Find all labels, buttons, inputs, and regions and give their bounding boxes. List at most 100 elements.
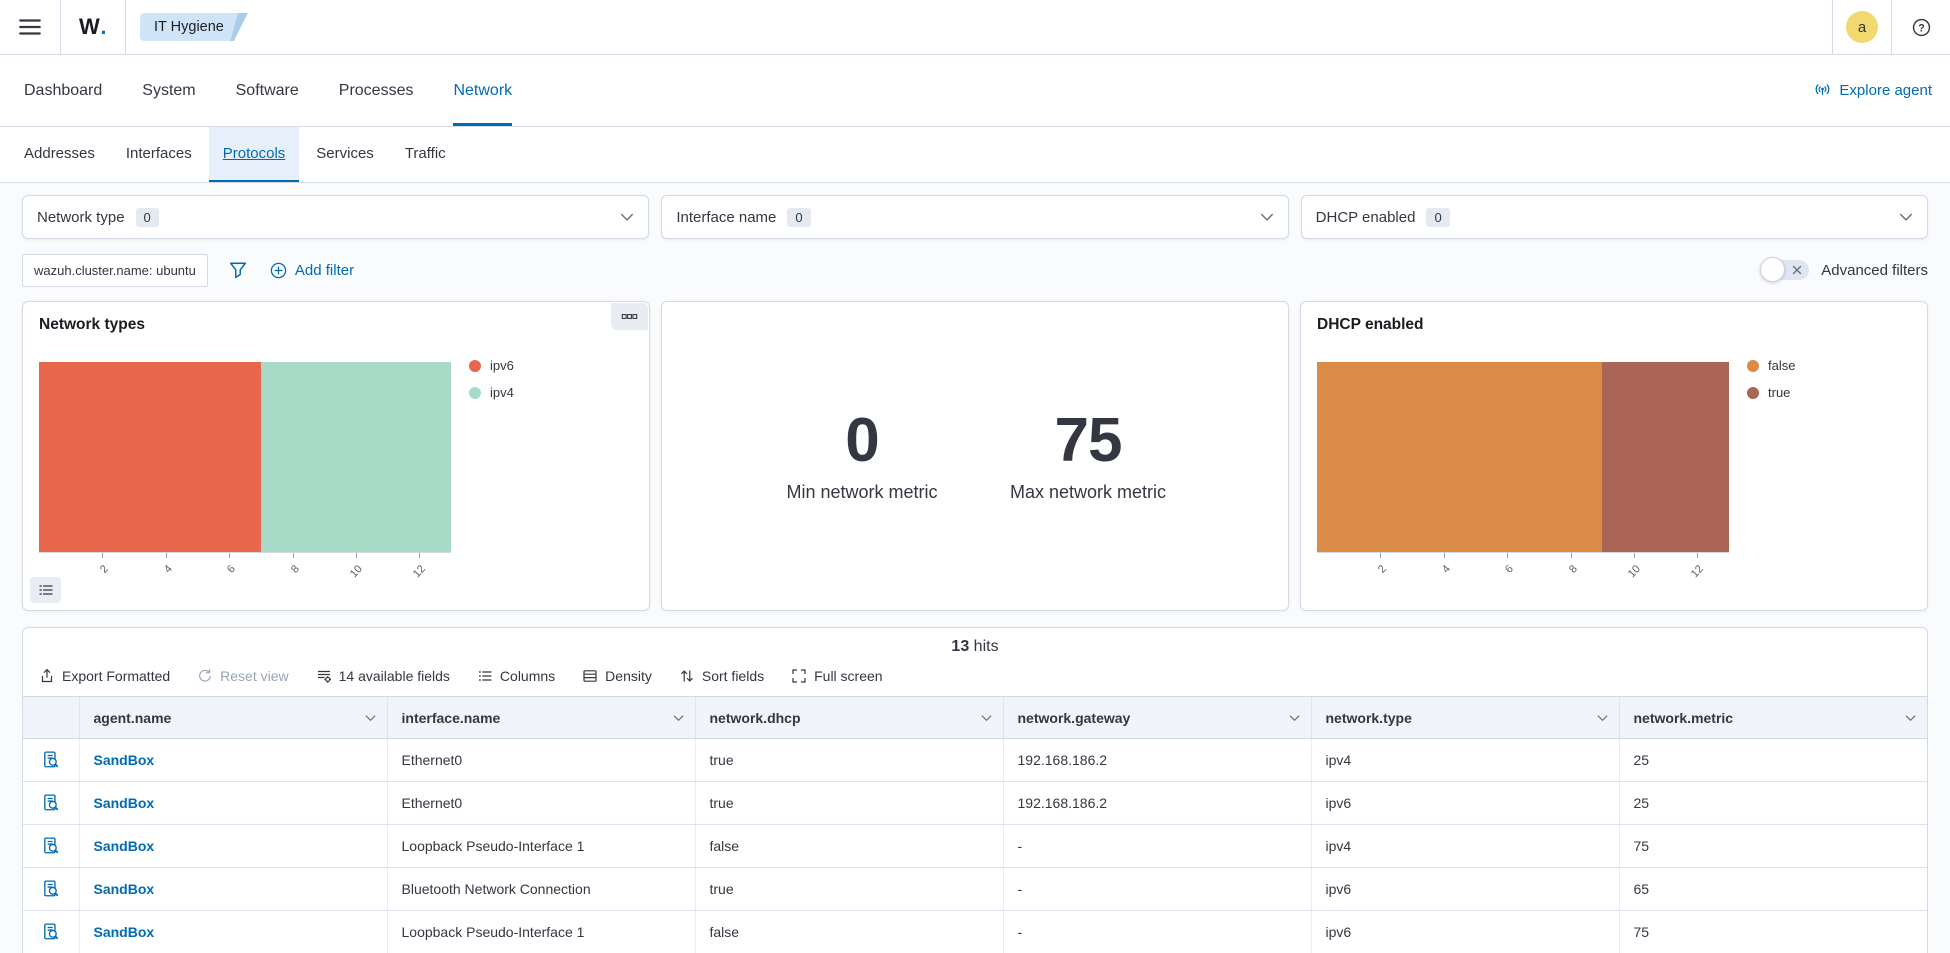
cell-interface-name: Loopback Pseudo-Interface 1 — [387, 825, 695, 868]
funnel-icon — [229, 261, 247, 279]
help-button[interactable]: ? — [1912, 18, 1931, 37]
subtab-protocols[interactable]: Protocols — [209, 127, 300, 182]
legend-toggle-button[interactable] — [30, 577, 61, 603]
filter-options-button[interactable] — [229, 261, 247, 279]
cell-network-metric: 25 — [1619, 739, 1927, 782]
tab-software[interactable]: Software — [236, 55, 299, 126]
select-label: DHCP enabled — [1316, 209, 1416, 226]
list-icon — [38, 582, 54, 598]
visualization-panels: Network types 24681012 ipv6ipv4 0 Min ne… — [22, 301, 1928, 611]
legend-item-ipv6[interactable]: ipv6 — [469, 358, 514, 373]
cell-network-dhcp: true — [695, 782, 1003, 825]
chevron-down-icon[interactable] — [365, 714, 376, 721]
legend-label: ipv6 — [490, 358, 514, 373]
agent-name-link[interactable]: SandBox — [94, 752, 155, 768]
legend-item-true[interactable]: true — [1747, 385, 1795, 400]
wazuh-logo[interactable]: W. — [61, 0, 125, 54]
hamburger-menu-button[interactable] — [0, 0, 60, 54]
column-header-interface-name[interactable]: interface.name — [387, 697, 695, 739]
column-header-agent-name[interactable]: agent.name — [79, 697, 387, 739]
plus-circle-icon — [270, 262, 287, 279]
axis-tick-label: 8 — [288, 563, 301, 576]
hits-count: 13 hits — [23, 628, 1927, 658]
subtab-traffic[interactable]: Traffic — [391, 127, 460, 182]
column-header-network-gateway[interactable]: network.gateway — [1003, 697, 1311, 739]
tab-processes[interactable]: Processes — [339, 55, 414, 126]
page-content: Network type 0 Interface name 0 DHCP ena… — [0, 183, 1950, 953]
chevron-down-icon[interactable] — [981, 714, 992, 721]
chevron-down-icon[interactable] — [1905, 714, 1916, 721]
columns-button[interactable]: Columns — [477, 668, 555, 684]
column-label: agent.name — [94, 710, 172, 726]
column-label: network.metric — [1634, 710, 1734, 726]
stacked-bar — [39, 362, 451, 552]
agent-name-link[interactable]: SandBox — [94, 838, 155, 854]
subtab-addresses[interactable]: Addresses — [10, 127, 109, 182]
panel-options-button[interactable] — [611, 303, 648, 330]
legend-item-false[interactable]: false — [1747, 358, 1795, 373]
row-control-cell — [23, 825, 79, 868]
inspect-document-icon — [42, 794, 60, 812]
cell-network-metric: 75 — [1619, 825, 1927, 868]
cell-interface-name: Bluetooth Network Connection — [387, 868, 695, 911]
chevron-down-icon[interactable] — [1289, 714, 1300, 721]
min-metric: 0 Min network metric — [772, 410, 952, 503]
logo-text: W — [79, 14, 100, 40]
agent-name-link[interactable]: SandBox — [94, 881, 155, 897]
inspect-row-button[interactable] — [40, 921, 62, 943]
legend-label: false — [1768, 358, 1795, 373]
chevron-down-icon[interactable] — [673, 714, 684, 721]
cell-network-dhcp: true — [695, 739, 1003, 782]
axis-tick-label: 10 — [348, 563, 365, 580]
bar-segment-false — [1317, 362, 1602, 552]
dhcp-enabled-select[interactable]: DHCP enabled 0 — [1301, 195, 1928, 239]
chevron-down-icon — [620, 213, 634, 221]
app-badge[interactable]: IT Hygiene — [140, 13, 248, 41]
inspect-row-button[interactable] — [40, 749, 62, 771]
reset-view-button[interactable]: Reset view — [197, 668, 288, 684]
toolbar-label: Export Formatted — [62, 668, 170, 684]
table-toolbar: Export Formatted Reset view 14 available… — [23, 658, 1927, 693]
cell-interface-name: Ethernet0 — [387, 739, 695, 782]
density-button[interactable]: Density — [582, 668, 652, 684]
subtab-services[interactable]: Services — [302, 127, 388, 182]
count-badge: 0 — [136, 208, 159, 227]
legend-item-ipv4[interactable]: ipv4 — [469, 385, 514, 400]
column-header-network-dhcp[interactable]: network.dhcp — [695, 697, 1003, 739]
user-avatar[interactable]: a — [1846, 11, 1878, 43]
available-fields-button[interactable]: 14 available fields — [316, 668, 450, 684]
table-row: SandBoxEthernet0true192.168.186.2ipv425 — [23, 739, 1927, 782]
column-label: network.dhcp — [710, 710, 801, 726]
advanced-filters-toggle[interactable] — [1763, 260, 1809, 280]
tab-dashboard[interactable]: Dashboard — [24, 55, 102, 126]
cell-network-gateway: 192.168.186.2 — [1003, 782, 1311, 825]
cluster-filter-pill[interactable]: wazuh.cluster.name: ubuntu — [22, 254, 208, 287]
add-filter-button[interactable]: Add filter — [270, 262, 354, 279]
inspect-row-button[interactable] — [40, 835, 62, 857]
axis-tick-mark — [1444, 553, 1445, 558]
column-header-network-type[interactable]: network.type — [1311, 697, 1619, 739]
count-badge: 0 — [787, 208, 810, 227]
agent-name-link[interactable]: SandBox — [94, 795, 155, 811]
subtab-interfaces[interactable]: Interfaces — [112, 127, 206, 182]
export-formatted-button[interactable]: Export Formatted — [39, 668, 170, 684]
legend-dot — [1747, 387, 1759, 399]
hits-label: hits — [974, 638, 999, 655]
toolbar-label: Density — [605, 668, 652, 684]
chevron-down-icon[interactable] — [1597, 714, 1608, 721]
sort-fields-button[interactable]: Sort fields — [679, 668, 764, 684]
cell-interface-name: Loopback Pseudo-Interface 1 — [387, 911, 695, 953]
tab-network[interactable]: Network — [453, 55, 512, 126]
inspect-row-button[interactable] — [40, 878, 62, 900]
agent-name-link[interactable]: SandBox — [94, 924, 155, 940]
explore-agent-button[interactable]: Explore agent — [1814, 55, 1932, 126]
row-control-cell — [23, 911, 79, 953]
min-metric-value: 0 — [772, 410, 952, 472]
cell-agent-name: SandBox — [79, 739, 387, 782]
network-type-select[interactable]: Network type 0 — [22, 195, 649, 239]
full-screen-button[interactable]: Full screen — [791, 668, 882, 684]
interface-name-select[interactable]: Interface name 0 — [661, 195, 1288, 239]
column-header-network-metric[interactable]: network.metric — [1619, 697, 1927, 739]
tab-system[interactable]: System — [142, 55, 195, 126]
inspect-row-button[interactable] — [40, 792, 62, 814]
